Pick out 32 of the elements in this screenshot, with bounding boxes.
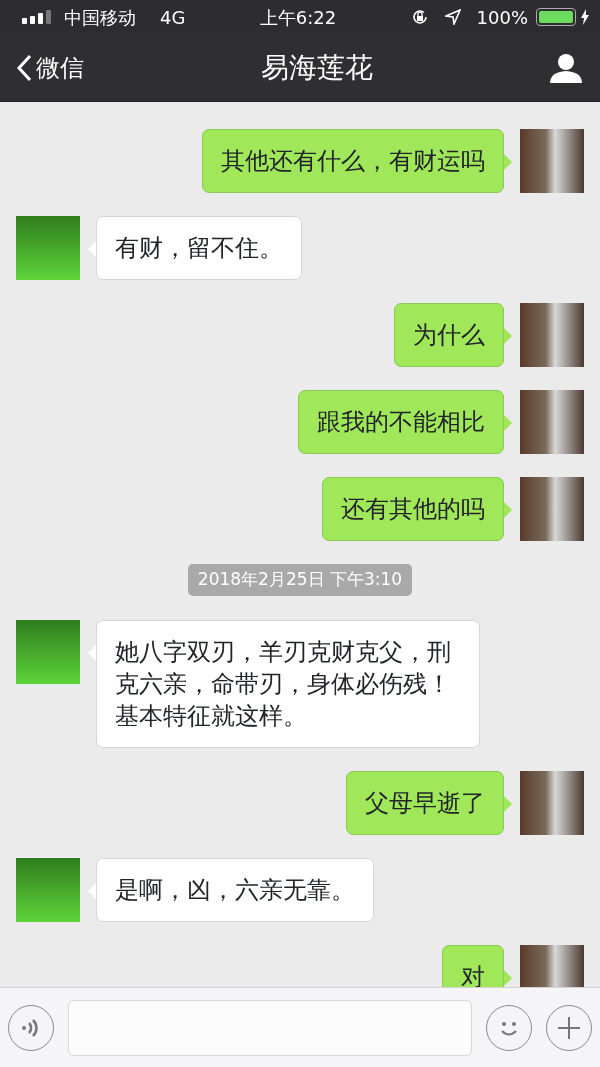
message-input-field[interactable] [68, 999, 472, 1056]
bubble-tail [504, 502, 512, 518]
back-icon [16, 53, 32, 82]
timestamp: 2018年2月25日 下午3:10 [187, 564, 413, 596]
charging-icon [580, 9, 590, 25]
contact-profile-button[interactable] [550, 52, 582, 83]
bubble-tail [504, 795, 512, 812]
carrier-name: 中国移动 [64, 5, 136, 30]
bubble-tail [504, 154, 512, 170]
battery-icon [536, 8, 576, 26]
contact-avatar[interactable] [16, 619, 80, 684]
user-avatar[interactable] [520, 770, 584, 835]
user-avatar[interactable] [520, 477, 584, 541]
contact-avatar[interactable] [16, 857, 80, 922]
bubble-tail [504, 328, 512, 344]
bubble-tail [88, 644, 96, 661]
clock-time: 上午6:22 [259, 5, 337, 30]
bubble-tail [88, 882, 96, 899]
network-type: 4G [160, 5, 186, 30]
contact-avatar[interactable] [16, 216, 80, 280]
bubble-tail [504, 415, 512, 431]
bubble-tail [88, 241, 96, 257]
user-avatar[interactable] [520, 303, 584, 367]
location-icon [444, 9, 461, 25]
user-avatar[interactable] [520, 390, 584, 454]
plus-icon [556, 1014, 582, 1041]
back-button[interactable]: 微信 [16, 49, 84, 86]
person-icon [550, 52, 582, 83]
battery-percent: 100% [476, 5, 528, 30]
chat-title: 易海莲花 [261, 49, 373, 86]
user-avatar[interactable] [520, 129, 584, 193]
rotation-lock-icon [410, 8, 429, 26]
